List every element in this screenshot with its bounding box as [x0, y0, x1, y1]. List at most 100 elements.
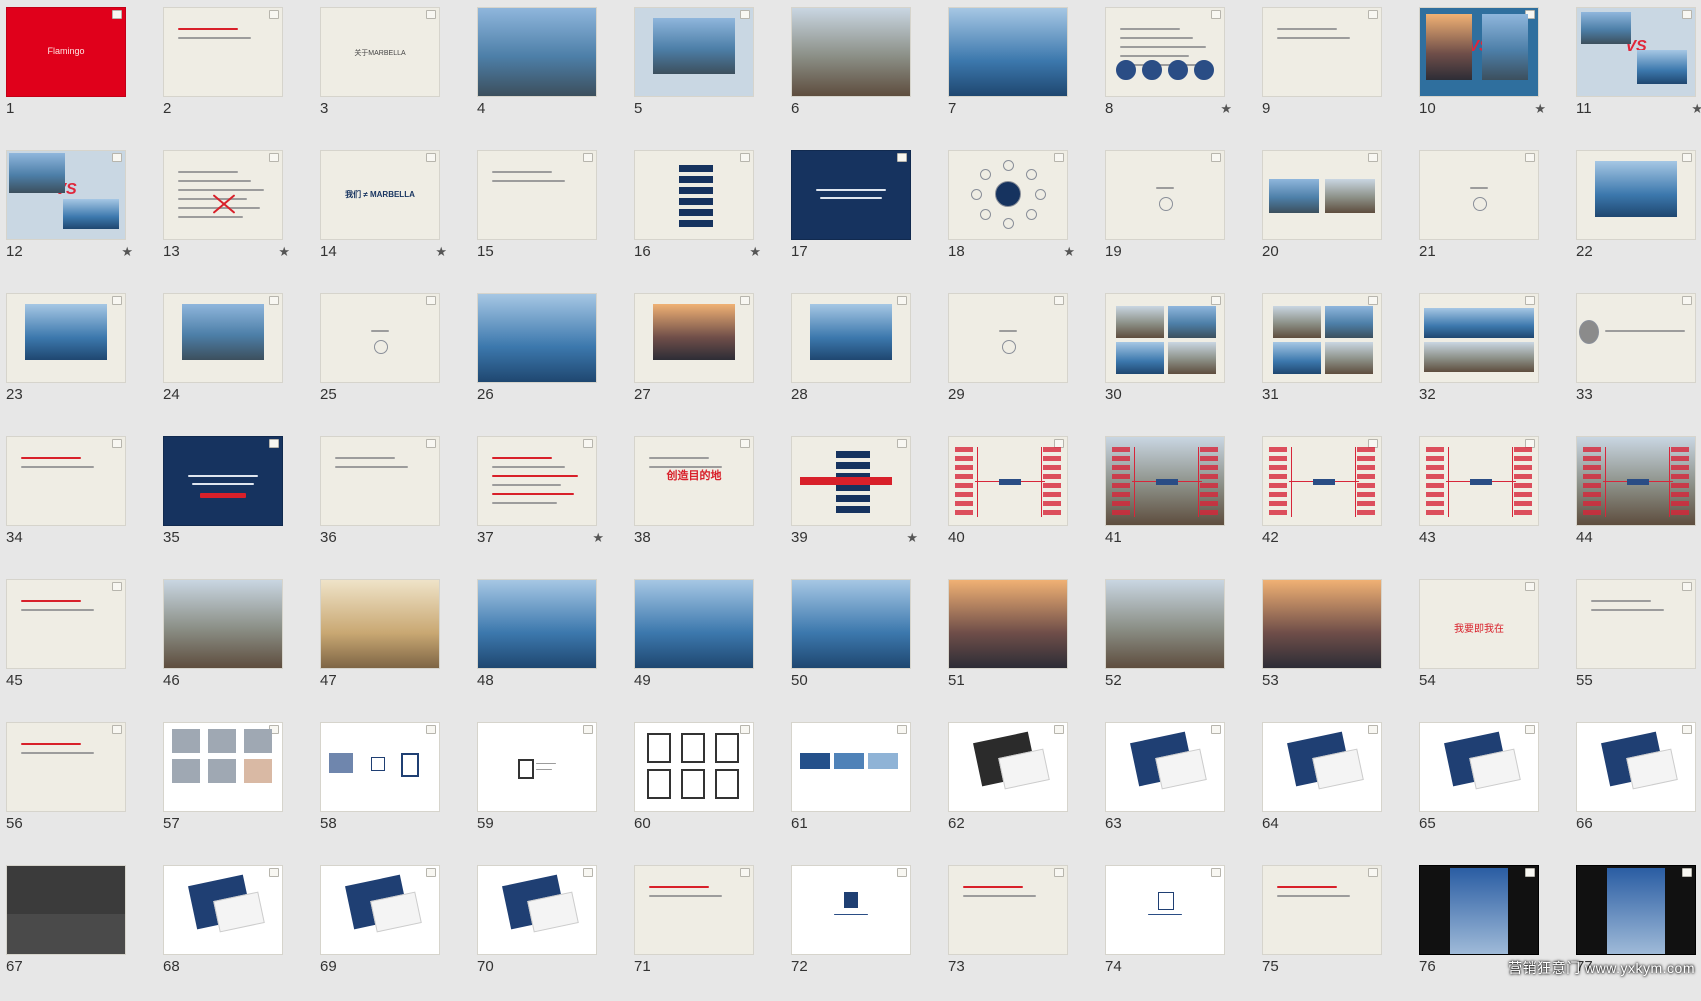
slide-preview[interactable] [6, 579, 126, 669]
slide-preview[interactable] [634, 579, 754, 669]
slide-preview[interactable]: 关于MARBELLA [320, 7, 440, 97]
slide-preview[interactable] [634, 865, 754, 955]
slide-preview[interactable] [163, 865, 283, 955]
slide-preview[interactable] [634, 150, 754, 240]
slide-thumbnail-57[interactable]: 57 [157, 715, 314, 858]
slide-preview[interactable] [1105, 579, 1225, 669]
slide-thumbnail-16[interactable]: 16 ★ [628, 143, 785, 286]
slide-preview[interactable]: 我要即我在 [1419, 579, 1539, 669]
slide-preview[interactable] [6, 722, 126, 812]
slide-preview[interactable] [1262, 865, 1382, 955]
slide-thumbnail-4[interactable]: 4 [471, 0, 628, 143]
slide-preview[interactable] [1419, 293, 1539, 383]
slide-preview[interactable] [477, 293, 597, 383]
slide-preview[interactable] [477, 722, 597, 812]
slide-preview[interactable] [1419, 722, 1539, 812]
slide-thumbnail-17[interactable]: 17 [785, 143, 942, 286]
slide-thumbnail-50[interactable]: 50 [785, 572, 942, 715]
slide-thumbnail-11[interactable]: VS 11 ★ [1570, 0, 1701, 143]
slide-preview[interactable] [1262, 7, 1382, 97]
slide-preview[interactable] [1105, 150, 1225, 240]
slide-thumbnail-28[interactable]: 28 [785, 286, 942, 429]
slide-thumbnail-22[interactable]: 22 [1570, 143, 1701, 286]
slide-thumbnail-52[interactable]: 52 [1099, 572, 1256, 715]
slide-thumbnail-23[interactable]: 23 [0, 286, 157, 429]
slide-preview[interactable] [1576, 722, 1696, 812]
slide-thumbnail-43[interactable]: 43 [1413, 429, 1570, 572]
slide-preview[interactable] [477, 7, 597, 97]
slide-thumbnail-47[interactable]: 47 [314, 572, 471, 715]
slide-thumbnail-32[interactable]: 32 [1413, 286, 1570, 429]
slide-thumbnail-61[interactable]: 61 [785, 715, 942, 858]
slide-preview[interactable] [634, 7, 754, 97]
slide-thumbnail-46[interactable]: MARBELLA 46 [157, 572, 314, 715]
slide-preview[interactable]: 创造目的地 [634, 436, 754, 526]
slide-thumbnail-29[interactable]: 29 [942, 286, 1099, 429]
slide-thumbnail-41[interactable]: 41 [1099, 429, 1256, 572]
slide-thumbnail-27[interactable]: 27 [628, 286, 785, 429]
slide-thumbnail-6[interactable]: 6 [785, 0, 942, 143]
slide-thumbnail-26[interactable]: 26 [471, 286, 628, 429]
slide-preview[interactable]: VS [1576, 7, 1696, 97]
slide-preview[interactable] [634, 293, 754, 383]
slide-thumbnail-1[interactable]: Flamingo 1 [0, 0, 157, 143]
slide-thumbnail-12[interactable]: VS 12 ★ [0, 143, 157, 286]
slide-thumbnail-60[interactable]: 60 [628, 715, 785, 858]
slide-preview[interactable] [1262, 436, 1382, 526]
slide-preview[interactable] [320, 722, 440, 812]
slide-preview[interactable] [477, 436, 597, 526]
slide-preview[interactable] [477, 150, 597, 240]
slide-thumbnail-49[interactable]: 49 [628, 572, 785, 715]
slide-preview[interactable] [6, 436, 126, 526]
slide-preview[interactable] [320, 293, 440, 383]
slide-preview[interactable] [948, 579, 1068, 669]
slide-thumbnail-54[interactable]: 我要即我在 54 [1413, 572, 1570, 715]
slide-thumbnail-14[interactable]: 我们 ≠ MARBELLA 14 ★ [314, 143, 471, 286]
slide-preview[interactable] [791, 293, 911, 383]
slide-thumbnail-42[interactable]: 42 [1256, 429, 1413, 572]
slide-preview[interactable] [1262, 150, 1382, 240]
slide-preview[interactable] [163, 722, 283, 812]
slide-thumbnail-38[interactable]: 创造目的地 38 [628, 429, 785, 572]
slide-thumbnail-30[interactable]: 30 [1099, 286, 1256, 429]
slide-thumbnail-53[interactable]: 53 [1256, 572, 1413, 715]
slide-thumbnail-24[interactable]: 24 [157, 286, 314, 429]
slide-preview[interactable] [1419, 436, 1539, 526]
slide-preview[interactable] [948, 7, 1068, 97]
slide-thumbnail-8[interactable]: 8 ★ [1099, 0, 1256, 143]
slide-thumbnail-48[interactable]: 48 [471, 572, 628, 715]
slide-thumbnail-33[interactable]: 33 [1570, 286, 1701, 429]
slide-thumbnail-31[interactable]: 31 [1256, 286, 1413, 429]
slide-preview[interactable]: MARBELLA [163, 579, 283, 669]
slide-thumbnail-56[interactable]: 56 [0, 715, 157, 858]
slide-preview[interactable]: VS [6, 150, 126, 240]
slide-thumbnail-39[interactable]: 39 ★ [785, 429, 942, 572]
slide-preview[interactable] [1419, 865, 1539, 955]
slide-preview[interactable] [1576, 150, 1696, 240]
slide-thumbnail-55[interactable]: 55 [1570, 572, 1701, 715]
slide-thumbnail-7[interactable]: 7 [942, 0, 1099, 143]
slide-thumbnail-45[interactable]: 45 [0, 572, 157, 715]
slide-preview[interactable] [320, 436, 440, 526]
slide-preview[interactable] [791, 722, 911, 812]
slide-thumbnail-36[interactable]: 36 [314, 429, 471, 572]
slide-preview[interactable] [634, 722, 754, 812]
slide-thumbnail-25[interactable]: 25 [314, 286, 471, 429]
slide-thumbnail-21[interactable]: 21 [1413, 143, 1570, 286]
slide-preview[interactable] [948, 150, 1068, 240]
slide-preview[interactable] [791, 436, 911, 526]
slide-thumbnail-34[interactable]: 34 [0, 429, 157, 572]
slide-thumbnail-59[interactable]: 59 [471, 715, 628, 858]
slide-preview[interactable] [791, 865, 911, 955]
slide-preview[interactable] [1262, 579, 1382, 669]
slide-preview[interactable] [1576, 436, 1696, 526]
slide-preview[interactable] [163, 436, 283, 526]
slide-preview[interactable] [948, 865, 1068, 955]
slide-thumbnail-9[interactable]: 9 [1256, 0, 1413, 143]
slide-thumbnail-35[interactable]: 35 [157, 429, 314, 572]
slide-preview[interactable] [1262, 293, 1382, 383]
slide-preview[interactable] [1576, 579, 1696, 669]
slide-preview[interactable] [791, 150, 911, 240]
slide-preview[interactable] [1105, 865, 1225, 955]
slide-thumbnail-13[interactable]: 13 ★ [157, 143, 314, 286]
